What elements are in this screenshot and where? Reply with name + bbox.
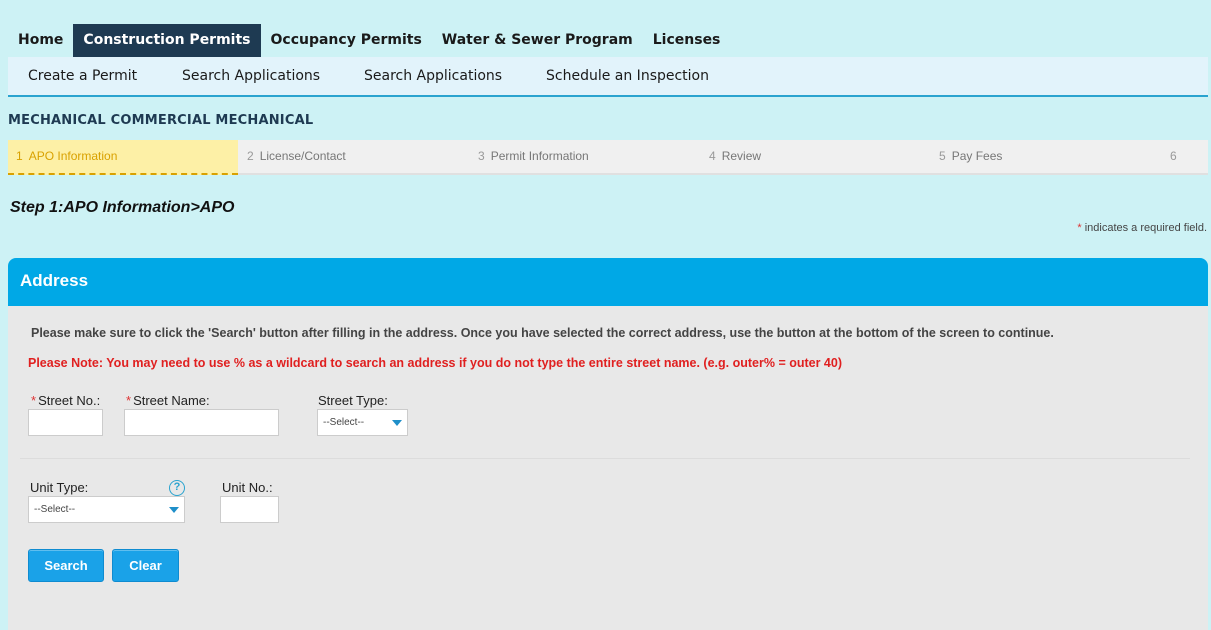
required-field-note: * indicates a required field. bbox=[1077, 222, 1207, 234]
step-label: Pay Fees bbox=[951, 149, 1003, 163]
unit-type-label: Unit Type: bbox=[30, 480, 89, 495]
step-5: 5 Pay Fees bbox=[939, 140, 1002, 175]
step-4: 4 Review bbox=[709, 140, 761, 175]
unit-type-select[interactable]: --Select-- bbox=[28, 496, 185, 523]
chevron-down-icon bbox=[169, 507, 179, 513]
street-no-label: * Street No.: bbox=[31, 393, 100, 408]
chevron-down-icon bbox=[392, 420, 402, 426]
address-instructions: Please make sure to click the 'Search' b… bbox=[31, 326, 1054, 340]
top-navigation: Home Construction Permits Occupancy Perm… bbox=[8, 24, 731, 64]
step-label: Review bbox=[721, 149, 762, 163]
step-2: 2 License/Contact bbox=[247, 140, 346, 175]
step-number: 4 bbox=[709, 149, 716, 163]
street-name-label: * Street Name: bbox=[126, 393, 210, 408]
street-type-selected: --Select-- bbox=[323, 417, 365, 428]
section-title: Address bbox=[20, 271, 89, 290]
step-3: 3 Permit Information bbox=[478, 140, 589, 175]
street-no-input[interactable] bbox=[28, 409, 103, 436]
subnav-search-applications-2[interactable]: Search Applications bbox=[364, 68, 502, 84]
street-type-label: Street Type: bbox=[318, 393, 388, 408]
step-label: License/Contact bbox=[259, 149, 346, 163]
step-number: 5 bbox=[939, 149, 946, 163]
required-star: * bbox=[1077, 222, 1082, 234]
tab-water-sewer-program[interactable]: Water & Sewer Program bbox=[432, 24, 643, 57]
tab-occupancy-permits[interactable]: Occupancy Permits bbox=[261, 24, 432, 57]
record-type-title: MECHANICAL COMMERCIAL MECHANICAL bbox=[8, 113, 314, 128]
wildcard-note: Please Note: You may need to use % as a … bbox=[28, 356, 843, 370]
step-number: 3 bbox=[478, 149, 485, 163]
clear-button[interactable]: Clear bbox=[112, 549, 179, 582]
search-button[interactable]: Search bbox=[28, 549, 104, 582]
street-type-select[interactable]: --Select-- bbox=[317, 409, 408, 436]
required-star: * bbox=[31, 393, 37, 408]
step-label: APO Information bbox=[28, 149, 118, 163]
subnav-search-applications[interactable]: Search Applications bbox=[182, 68, 320, 84]
tab-licenses[interactable]: Licenses bbox=[643, 24, 731, 57]
street-name-label-text: Street Name: bbox=[133, 393, 210, 408]
required-note-text: indicates a required field. bbox=[1084, 222, 1207, 234]
required-star: * bbox=[126, 393, 132, 408]
subnav-create-permit[interactable]: Create a Permit bbox=[28, 68, 137, 84]
tab-home[interactable]: Home bbox=[8, 24, 73, 57]
step-progress-bar: 1 APO Information 2 License/Contact 3 Permi… bbox=[8, 140, 1208, 175]
street-name-input[interactable] bbox=[124, 409, 279, 436]
tab-construction-permits[interactable]: Construction Permits bbox=[73, 24, 261, 64]
step-heading: Step 1:APO Information>APO bbox=[10, 199, 235, 216]
unit-no-label: Unit No.: bbox=[222, 480, 273, 495]
street-no-label-text: Street No.: bbox=[38, 393, 101, 408]
sub-navigation: Create a Permit Search Applications Sear… bbox=[8, 57, 1208, 97]
row-divider bbox=[20, 458, 1190, 459]
step-1: 1 APO Information bbox=[8, 140, 238, 175]
step-number: 2 bbox=[247, 149, 254, 163]
step-number: 6 bbox=[1170, 149, 1177, 163]
step-label: Permit Information bbox=[490, 149, 589, 163]
step-number: 1 bbox=[16, 149, 23, 163]
subnav-schedule-inspection[interactable]: Schedule an Inspection bbox=[546, 68, 709, 84]
help-icon[interactable]: ? bbox=[169, 480, 185, 496]
unit-no-input[interactable] bbox=[220, 496, 279, 523]
unit-type-selected: --Select-- bbox=[34, 504, 76, 515]
address-section-body bbox=[8, 306, 1208, 630]
step-6: 6 bbox=[1170, 140, 1183, 175]
address-section-header: Address bbox=[8, 258, 1208, 306]
